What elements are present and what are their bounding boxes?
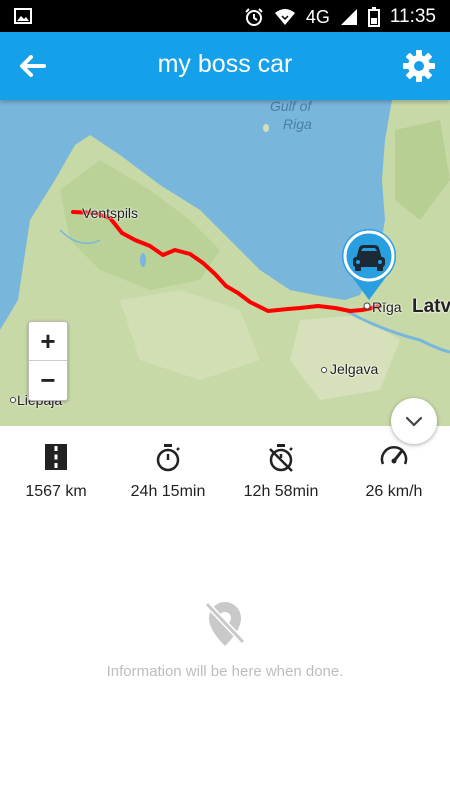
app-bar: my boss car <box>0 32 450 100</box>
clock: 11:35 <box>389 6 436 27</box>
map-label-jelgava: Jelgava <box>330 361 379 377</box>
network-type: 4G <box>305 6 330 27</box>
status-bar: 4G 11:35 <box>0 0 450 32</box>
map-label-riga-gulf: Riga <box>283 116 312 132</box>
stopwatch-icon <box>156 444 180 472</box>
image-icon <box>14 8 32 24</box>
stat-avg-speed: 26 km/h <box>338 444 450 501</box>
wifi-icon <box>274 9 295 25</box>
zoom-out-button[interactable]: − <box>29 361 67 399</box>
zoom-control: + − <box>28 321 68 401</box>
stat-distance-value: 1567 km <box>25 483 87 500</box>
stat-idle-time-value: 12h 58min <box>243 483 319 500</box>
map-label-ventspils: Ventspils <box>82 205 139 221</box>
map-label-latvia: Latv <box>412 296 450 317</box>
stat-total-time: 24h 15min <box>112 444 224 501</box>
signal-icon <box>340 9 357 25</box>
collapse-map-button[interactable] <box>391 398 437 444</box>
battery-icon <box>367 7 380 27</box>
location-off-icon <box>204 601 246 646</box>
page-title: my boss car <box>157 50 293 78</box>
gear-icon[interactable] <box>402 49 436 83</box>
map-label-riga: Rīga <box>372 299 402 315</box>
map-label-gulf: Gulf of <box>270 100 312 114</box>
chevron-down-icon <box>405 416 423 427</box>
speedometer-icon <box>380 446 408 465</box>
stopwatch-off-icon <box>269 444 293 472</box>
stat-idle-time: 12h 58min <box>225 444 337 501</box>
zoom-in-button[interactable]: + <box>29 322 67 360</box>
empty-state-message: Information will be here when done. <box>106 663 344 680</box>
trip-stats: 1567 km 24h 15min 12h 58min 26 km/h <box>0 426 450 516</box>
stat-avg-speed-value: 26 km/h <box>365 483 423 500</box>
road-icon <box>45 444 67 470</box>
stat-total-time-value: 24h 15min <box>130 483 206 500</box>
empty-state: Information will be here when done. <box>0 598 450 680</box>
alarm-icon <box>245 8 263 26</box>
stat-distance: 1567 km <box>0 444 112 501</box>
